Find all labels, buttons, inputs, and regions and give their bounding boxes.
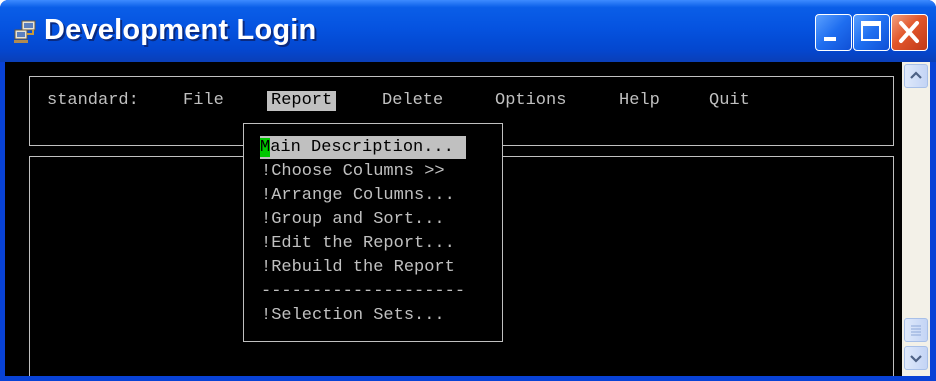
menu-separator: --------------------: [261, 282, 466, 301]
report-dropdown-menu: Main Description... !Choose Columns >> !…: [243, 123, 503, 342]
menu-item-selection-sets[interactable]: !Selection Sets...: [261, 304, 445, 327]
vertical-scrollbar[interactable]: [902, 62, 930, 376]
app-login-icon[interactable]: [13, 20, 39, 44]
window-title: Development Login: [44, 14, 317, 46]
chevron-down-icon: [910, 355, 922, 363]
menu-delete[interactable]: Delete: [382, 91, 443, 111]
scroll-up-button[interactable]: [904, 64, 928, 88]
chevron-up-icon: [910, 71, 922, 79]
minimize-icon: [824, 37, 836, 41]
menu-item-choose-columns[interactable]: !Choose Columns >>: [261, 160, 445, 183]
content-frame-right: [893, 156, 894, 376]
menu-quit[interactable]: Quit: [709, 91, 750, 111]
menu-item-main-description[interactable]: Main Description...: [260, 136, 466, 159]
menu-item-edit-report[interactable]: !Edit the Report...: [261, 232, 455, 255]
title-bar[interactable]: Development Login: [0, 0, 936, 62]
menu-options[interactable]: Options: [495, 91, 566, 111]
menu-item-label: ain Description...: [270, 138, 454, 157]
menu-file[interactable]: File: [183, 91, 224, 111]
menubar-prefix: standard:: [47, 91, 139, 110]
scroll-down-button[interactable]: [904, 346, 928, 370]
maximize-button[interactable]: [853, 14, 890, 51]
window-border: [930, 62, 936, 381]
grip-icon: [911, 325, 921, 336]
text-cursor: M: [260, 138, 271, 157]
content-frame-top: [29, 156, 243, 157]
menu-item-rebuild-report[interactable]: !Rebuild the Report: [261, 256, 455, 279]
menu-report[interactable]: Report: [267, 91, 337, 111]
minimize-button[interactable]: [815, 14, 852, 51]
window-border: [0, 376, 936, 381]
app-window: Development Login standard: File Report …: [0, 0, 936, 381]
content-frame-top: [503, 156, 894, 157]
maximize-icon: [861, 21, 881, 41]
scroll-thumb[interactable]: [904, 318, 928, 342]
menu-item-group-and-sort[interactable]: !Group and Sort...: [261, 208, 445, 231]
close-button[interactable]: [891, 14, 928, 51]
content-frame-left: [29, 156, 30, 376]
close-icon: [899, 21, 919, 43]
menu-help[interactable]: Help: [619, 91, 660, 111]
terminal-area[interactable]: standard: File Report Delete Options Hel…: [5, 62, 902, 376]
menu-item-arrange-columns[interactable]: !Arrange Columns...: [261, 184, 455, 207]
